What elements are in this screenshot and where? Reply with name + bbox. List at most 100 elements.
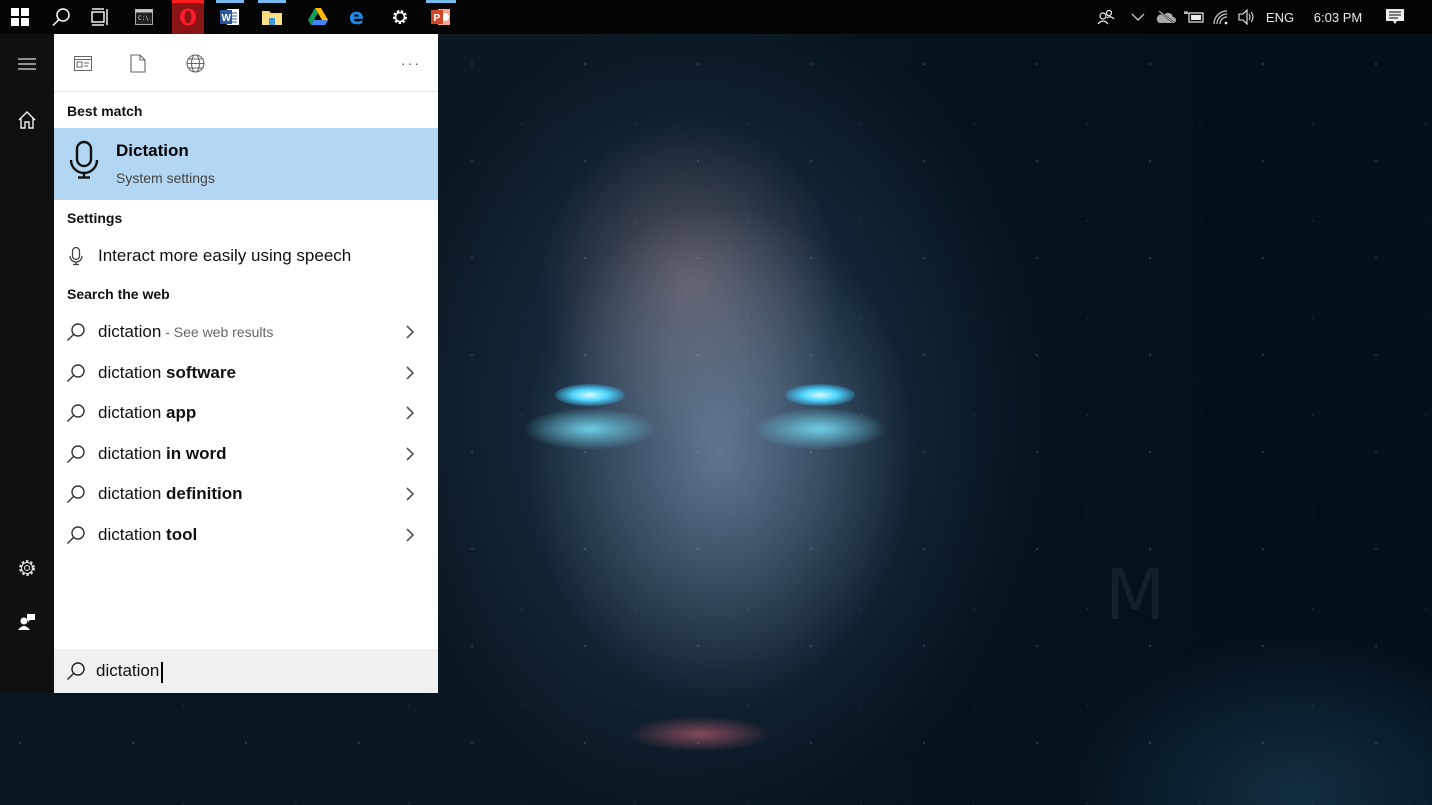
chevron-right-icon[interactable]	[404, 526, 416, 544]
opera-icon	[180, 8, 196, 26]
web-suggestion-item[interactable]: dictation app	[54, 393, 438, 433]
web-suggestion-item[interactable]: dictation definition	[54, 474, 438, 514]
more-options-button[interactable]: ···	[396, 48, 426, 78]
show-hidden-icons-button[interactable]	[1128, 0, 1148, 34]
suggestion-completion: app	[166, 403, 197, 422]
word-icon: W	[220, 9, 239, 25]
chevron-right-icon[interactable]	[404, 364, 416, 382]
volume-button[interactable]	[1236, 0, 1258, 34]
svg-text:e: e	[349, 8, 364, 26]
chevron-up-icon	[1131, 13, 1145, 21]
chevron-right-icon[interactable]	[404, 323, 416, 341]
taskbar-app-word[interactable]: W	[214, 0, 246, 34]
search-filter-bar: ···	[54, 34, 438, 92]
best-match-heading: Best match	[67, 103, 143, 119]
folder-icon	[262, 10, 282, 25]
taskbar: C:\ W e P ENG 6:03 PM	[0, 0, 1432, 34]
web-suggestion-item[interactable]: dictation - See web results	[54, 312, 438, 352]
network-button[interactable]	[1210, 0, 1232, 34]
search-icon	[67, 323, 85, 341]
settings-result-item[interactable]: Interact more easily using speech	[54, 236, 438, 276]
windows-logo-icon	[11, 8, 29, 26]
search-box[interactable]	[54, 649, 438, 693]
apps-filter-icon	[74, 55, 92, 71]
taskbar-app-command-prompt[interactable]: C:\	[124, 0, 164, 34]
notification-icon	[1386, 9, 1404, 24]
people-button[interactable]	[1094, 0, 1118, 34]
best-match-title: Dictation	[116, 141, 189, 160]
search-icon	[67, 404, 85, 422]
suggestion-query: dictation	[98, 444, 167, 463]
settings-heading: Settings	[67, 210, 123, 226]
feedback-button[interactable]	[0, 602, 54, 642]
running-indicator	[216, 0, 244, 3]
task-view-button[interactable]	[80, 0, 120, 34]
expand-menu-button[interactable]	[0, 44, 54, 84]
taskbar-app-powerpoint[interactable]: P	[424, 0, 458, 34]
active-indicator	[172, 0, 204, 3]
hamburger-icon	[18, 58, 36, 70]
chevron-right-icon[interactable]	[404, 485, 416, 503]
search-icon	[67, 662, 85, 680]
gear-icon	[393, 10, 407, 24]
svg-text:P: P	[434, 13, 441, 24]
web-suggestion-label: dictation definition	[98, 484, 243, 504]
filter-apps-button[interactable]	[68, 48, 98, 78]
input-language-button[interactable]: ENG	[1262, 0, 1298, 34]
edge-icon: e	[349, 8, 364, 26]
web-suggestion-label: dictation app	[98, 403, 196, 423]
home-button[interactable]	[0, 100, 54, 140]
running-indicator	[258, 0, 286, 3]
taskbar-app-opera[interactable]	[172, 0, 204, 34]
onedrive-button[interactable]	[1154, 0, 1178, 34]
suggestion-query: dictation	[98, 322, 162, 341]
search-icon	[67, 364, 85, 382]
search-input[interactable]	[96, 657, 416, 685]
web-suggestion-item[interactable]: dictation in word	[54, 434, 438, 474]
google-drive-icon	[308, 8, 328, 25]
document-icon	[130, 53, 146, 73]
wallpaper-right-eye	[785, 384, 855, 406]
settings-result-label: Interact more easily using speech	[98, 246, 352, 265]
gear-icon	[19, 560, 35, 576]
action-center-button[interactable]	[1382, 0, 1408, 34]
web-suggestion-label: dictation in word	[98, 444, 227, 464]
search-icon	[67, 485, 85, 503]
task-view-icon	[91, 8, 108, 26]
filter-web-button[interactable]	[180, 48, 210, 78]
wallpaper-watermark: M	[1105, 554, 1166, 636]
chevron-right-icon[interactable]	[404, 445, 416, 463]
filter-documents-button[interactable]	[123, 48, 153, 78]
suggestion-query: dictation	[98, 363, 167, 382]
search-icon	[67, 526, 85, 544]
taskbar-app-edge[interactable]: e	[338, 0, 378, 34]
taskbar-app-file-explorer[interactable]	[256, 0, 288, 34]
taskbar-search-button[interactable]	[41, 0, 81, 34]
best-match-subtitle: System settings	[116, 170, 215, 186]
microphone-icon	[69, 246, 83, 266]
svg-text:C:\: C:\	[138, 15, 149, 22]
web-suggestion-item[interactable]: dictation software	[54, 353, 438, 393]
battery-charging-icon	[1184, 11, 1204, 23]
suggestion-hint: - See web results	[161, 324, 274, 340]
onedrive-offline-icon	[1156, 10, 1176, 24]
settings-button[interactable]	[0, 548, 54, 588]
best-match-result[interactable]: Dictation System settings	[54, 128, 438, 200]
chevron-right-icon[interactable]	[404, 404, 416, 422]
start-button[interactable]	[0, 0, 40, 34]
start-rail	[0, 34, 54, 693]
web-suggestion-label: dictation software	[98, 363, 236, 383]
search-web-heading: Search the web	[67, 286, 170, 302]
microphone-icon	[69, 140, 99, 179]
text-caret	[161, 662, 163, 683]
taskbar-app-google-drive[interactable]	[298, 0, 338, 34]
search-icon	[52, 8, 70, 27]
wifi-icon	[1213, 10, 1228, 25]
suggestion-completion: definition	[166, 484, 243, 503]
web-suggestion-item[interactable]: dictation tool	[54, 515, 438, 555]
taskbar-app-settings[interactable]	[380, 0, 420, 34]
suggestion-query: dictation	[98, 403, 167, 422]
clock-button[interactable]: 6:03 PM	[1306, 0, 1370, 34]
people-icon	[1097, 9, 1115, 25]
battery-button[interactable]	[1182, 0, 1206, 34]
